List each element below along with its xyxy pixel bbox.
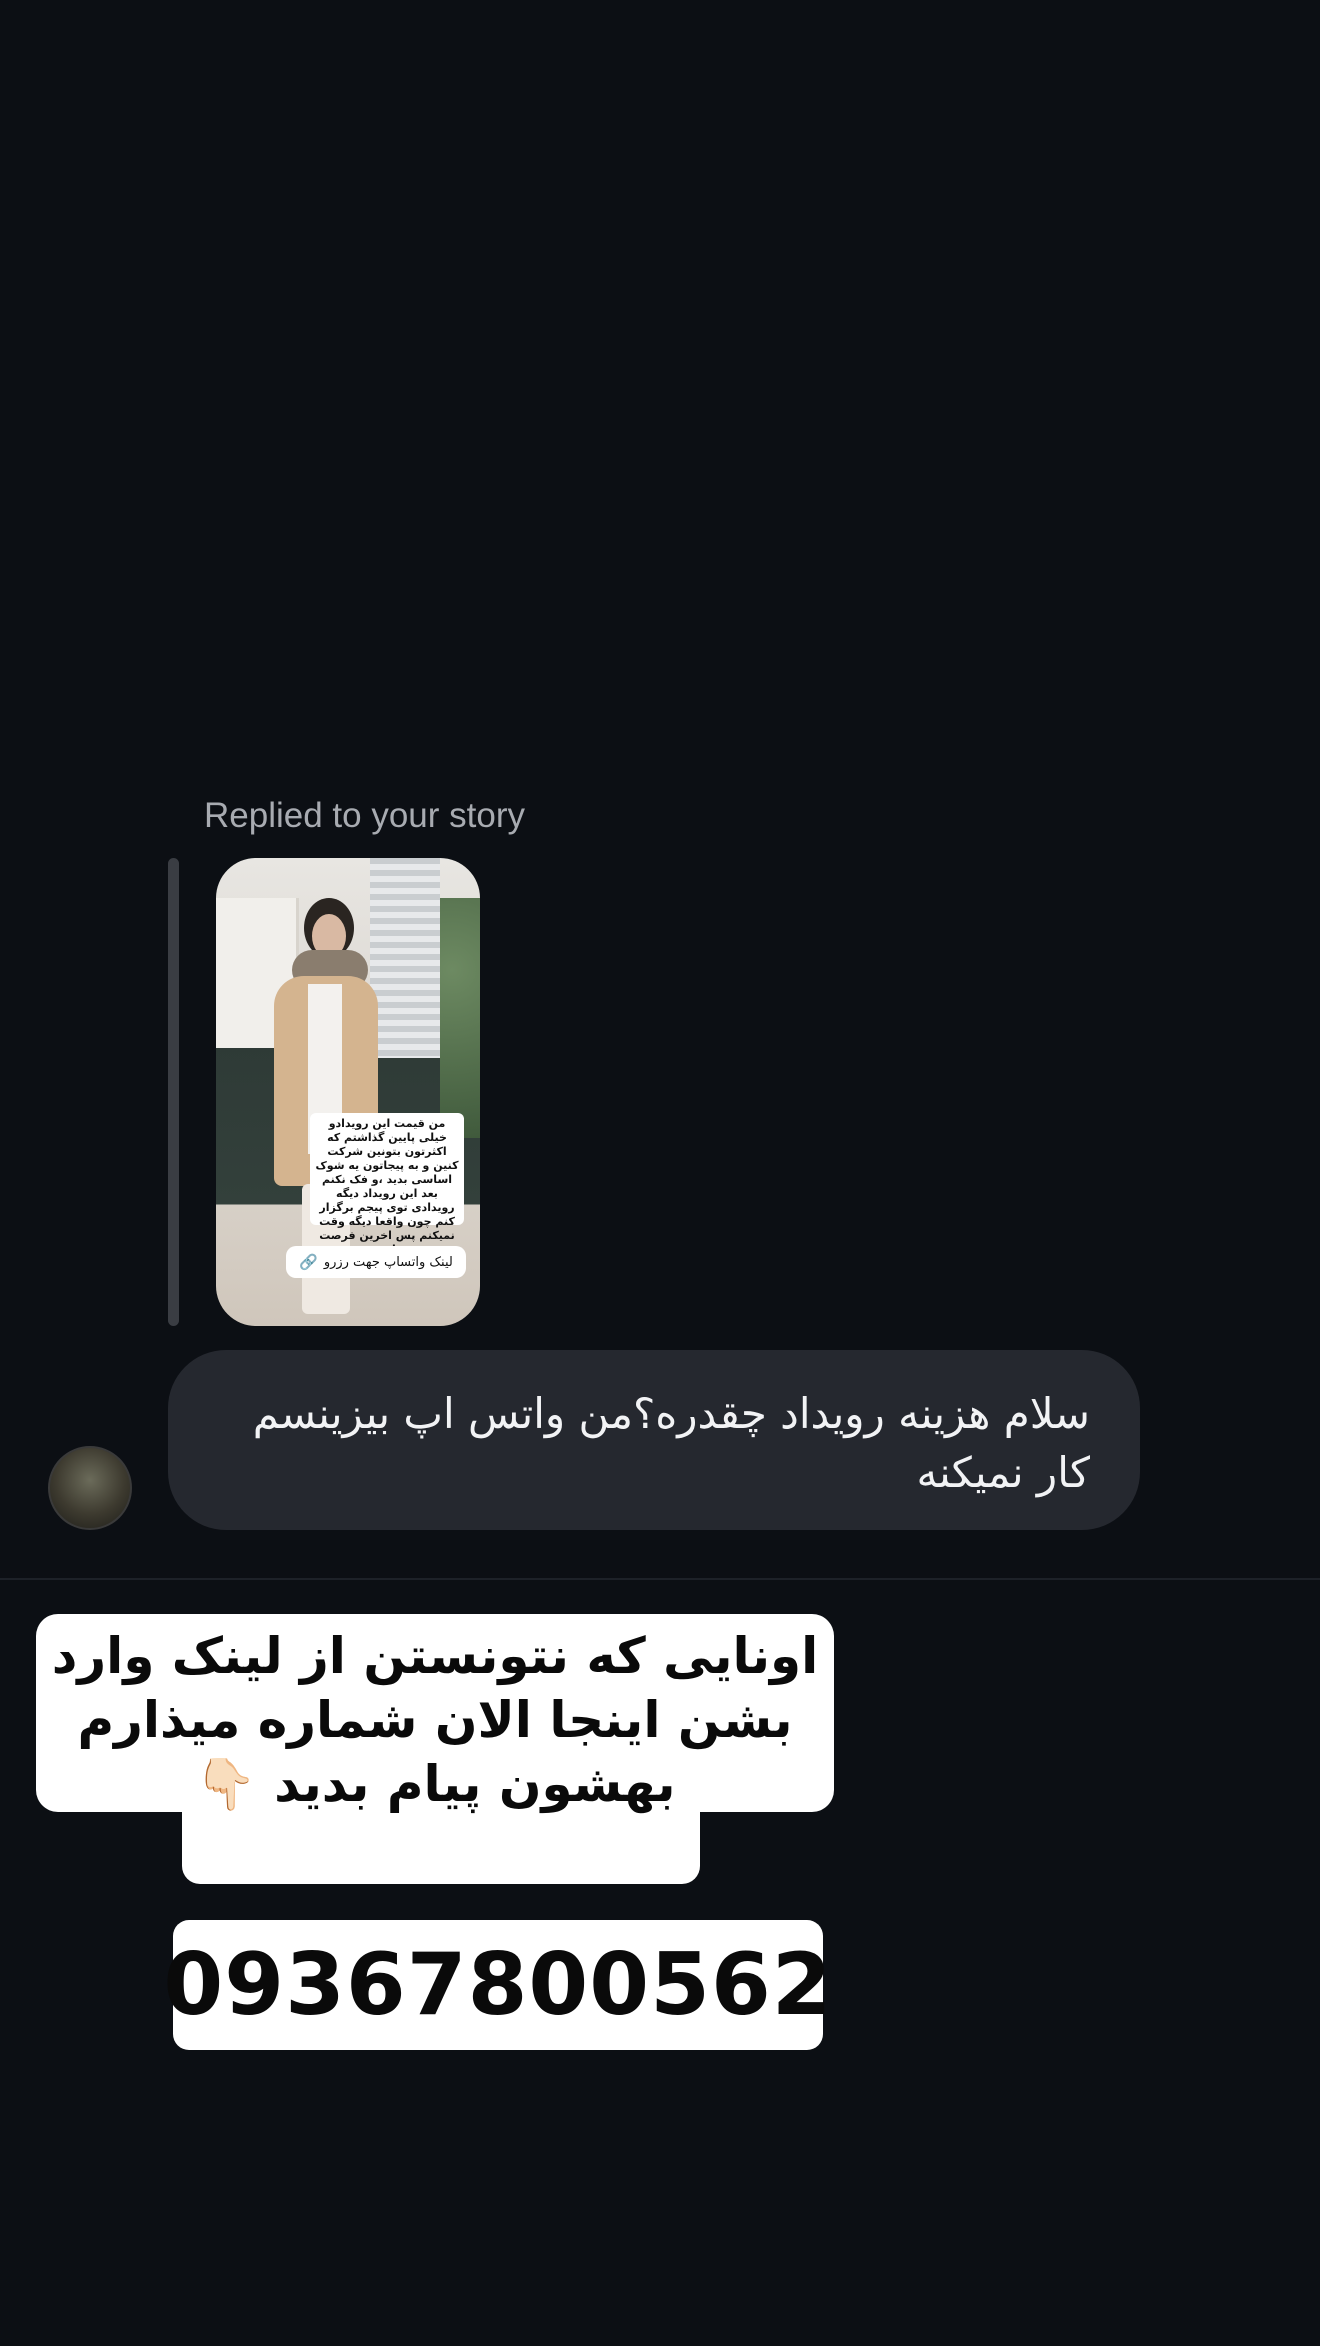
story-caption: من قیمت این رویدادو خیلی پایین گذاشتم که… xyxy=(310,1113,464,1256)
message-bubble[interactable]: سلام هزینه رویداد چقدره؟من واتس اپ بیزین… xyxy=(168,1350,1140,1530)
story-link-sticker[interactable]: لینک واتساپ جهت رزرو 🔗 xyxy=(286,1246,466,1278)
story-link-label: لینک واتساپ جهت رزرو xyxy=(323,1254,453,1270)
sticker-text: اونایی که نتونستن از لینک وارد بشن اینجا… xyxy=(51,1627,819,1813)
divider xyxy=(0,1578,1320,1580)
story-background-plant xyxy=(440,898,480,1138)
phone-number: 09367800562 xyxy=(163,1935,833,2035)
phone-number-sticker: 09367800562 xyxy=(163,1920,832,2050)
text-sticker: اونایی که نتونستن از لینک وارد بشن اینجا… xyxy=(36,1614,834,1884)
sender-avatar[interactable] xyxy=(48,1446,132,1530)
replied-to-story-label: Replied to your story xyxy=(204,796,525,835)
link-icon: 🔗 xyxy=(299,1253,318,1271)
reply-indicator-bar xyxy=(168,858,179,1326)
story-preview[interactable]: من قیمت این رویدادو خیلی پایین گذاشتم که… xyxy=(216,858,480,1326)
message-text: سلام هزینه رویداد چقدره؟من واتس اپ بیزین… xyxy=(252,1389,1090,1497)
